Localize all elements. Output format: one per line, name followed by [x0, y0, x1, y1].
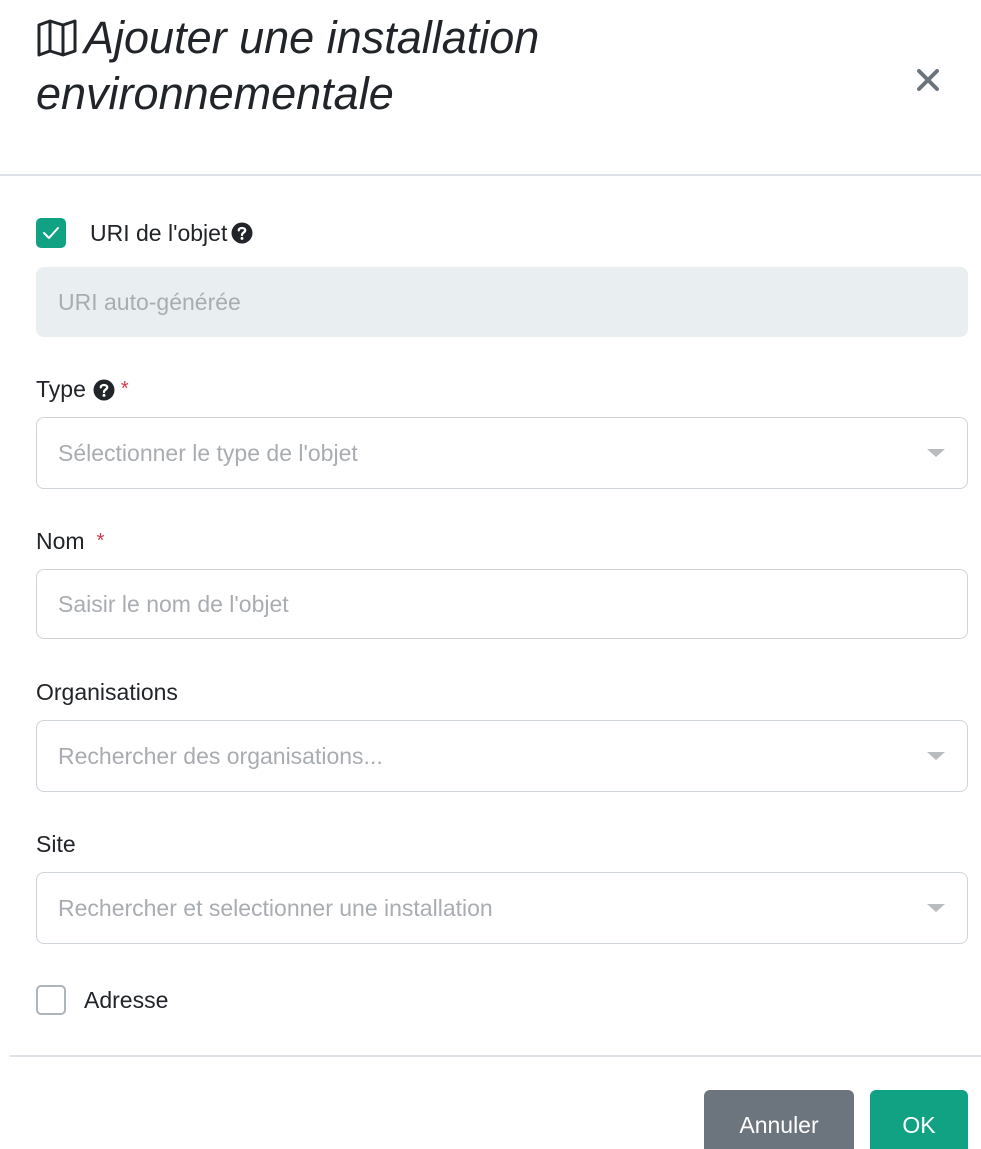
question-circle-icon[interactable]	[93, 379, 115, 401]
question-circle-icon[interactable]	[231, 222, 253, 244]
checkmark-icon	[43, 227, 59, 239]
close-button[interactable]	[908, 60, 948, 100]
type-select-placeholder: Sélectionner le type de l'objet	[58, 439, 358, 466]
uri-checkbox[interactable]	[36, 218, 66, 248]
uri-label: URI de l'objet	[90, 219, 228, 246]
site-label-row: Site	[36, 831, 76, 858]
organisations-select-placeholder: Rechercher des organisations...	[58, 742, 383, 769]
address-checkbox[interactable]	[36, 985, 66, 1015]
ok-button[interactable]: OK	[870, 1090, 968, 1149]
add-environmental-installation-dialog: Ajouter une installation environnemental…	[0, 0, 981, 1149]
map-icon	[37, 19, 77, 57]
name-label-row: Nom *	[36, 528, 104, 555]
dialog-title-wrap: Ajouter une installation environnemental…	[36, 10, 856, 122]
type-select[interactable]: Sélectionner le type de l'objet	[36, 417, 968, 489]
type-label-row: Type *	[36, 376, 129, 403]
dialog-title: Ajouter une installation environnemental…	[36, 10, 856, 122]
required-marker: *	[120, 378, 129, 400]
organisations-label: Organisations	[36, 679, 178, 705]
organisations-label-row: Organisations	[36, 679, 178, 706]
required-marker: *	[96, 530, 105, 552]
site-select[interactable]: Rechercher et selectionner une installat…	[36, 872, 968, 944]
chevron-down-icon	[927, 449, 945, 457]
chevron-down-icon	[927, 904, 945, 912]
organisations-select[interactable]: Rechercher des organisations...	[36, 720, 968, 792]
dialog-header: Ajouter une installation environnemental…	[0, 0, 981, 176]
site-label: Site	[36, 831, 76, 857]
name-label: Nom	[36, 528, 85, 554]
address-label: Adresse	[84, 986, 169, 1013]
site-select-placeholder: Rechercher et selectionner une installat…	[58, 894, 493, 921]
cancel-button[interactable]: Annuler	[704, 1090, 854, 1149]
type-label: Type	[36, 376, 86, 402]
name-input[interactable]	[36, 569, 968, 639]
uri-input[interactable]	[36, 267, 968, 337]
chevron-down-icon	[927, 752, 945, 760]
uri-checkbox-row: URI de l'objet	[36, 218, 253, 248]
footer-divider	[10, 1055, 981, 1057]
close-icon	[917, 69, 939, 91]
dialog-title-text: Ajouter une installation environnemental…	[36, 12, 540, 119]
address-checkbox-row: Adresse	[36, 985, 168, 1015]
